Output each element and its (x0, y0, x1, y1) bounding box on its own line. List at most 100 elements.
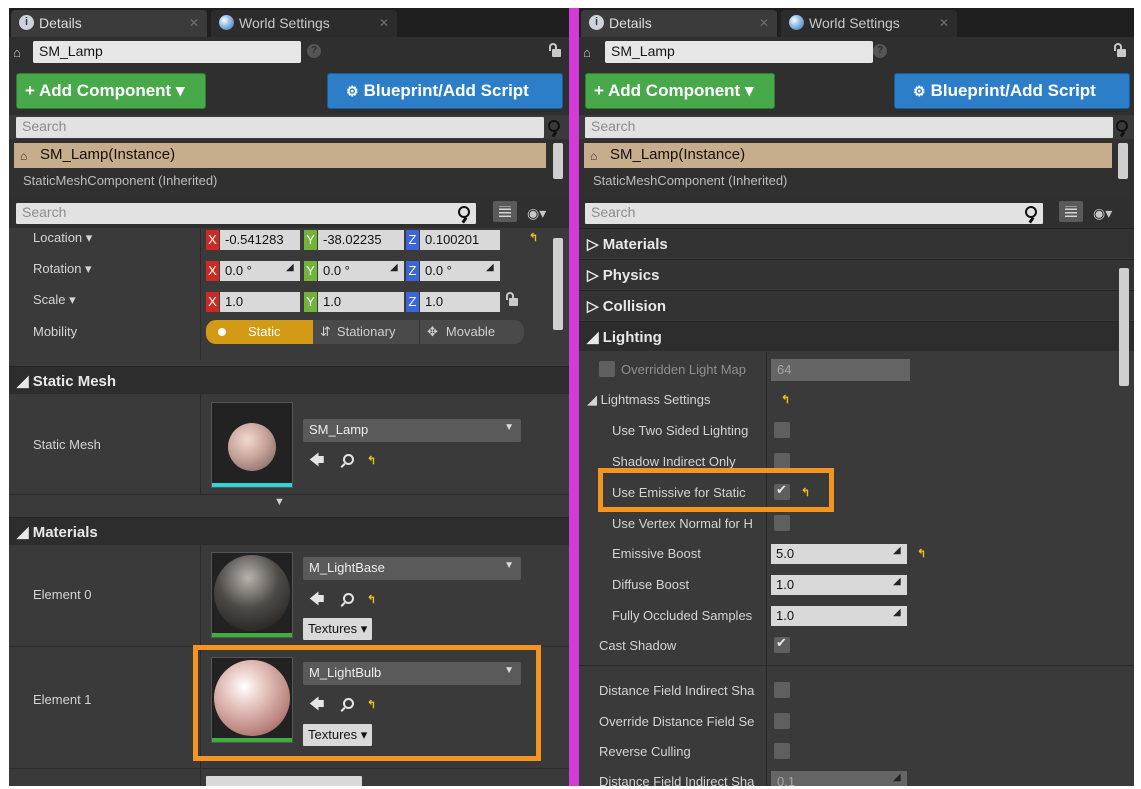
overridden-light-map-checkbox[interactable] (599, 361, 615, 377)
rotation-label[interactable]: Rotation ▾ (33, 261, 92, 277)
help-icon[interactable]: ? (307, 44, 321, 58)
use-selected-arrow-icon[interactable]: 🡄 (309, 450, 325, 475)
spin-icon[interactable] (893, 545, 903, 558)
element0-thumbnail[interactable] (211, 552, 293, 638)
details-search-input[interactable]: Search (16, 203, 476, 224)
mobility-stationary-option[interactable]: ⇵ Stationary (314, 320, 420, 344)
reset-to-default-icon[interactable]: ↰ (367, 454, 376, 467)
use-two-sided-lighting-checkbox[interactable] (774, 422, 790, 438)
column-splitter[interactable] (766, 352, 767, 786)
location-y-field[interactable]: -38.02235 (318, 230, 404, 250)
rotation-x-field[interactable]: 0.0 ° (220, 261, 300, 281)
tree-item-instance[interactable]: ⌂ SM_Lamp(Instance) (584, 143, 1112, 168)
details-scrollbar[interactable] (553, 238, 563, 330)
scale-lock-icon[interactable] (506, 292, 518, 306)
close-icon[interactable]: ✕ (379, 16, 389, 30)
reset-to-default-icon[interactable]: ↰ (781, 393, 790, 406)
tree-scrollbar[interactable] (553, 143, 563, 179)
search-icon[interactable] (458, 206, 470, 218)
location-label[interactable]: Location ▾ (33, 230, 92, 246)
column-splitter[interactable] (200, 228, 201, 360)
eye-icon[interactable]: ◉▾ (527, 205, 546, 222)
tab-details[interactable]: i Details ✕ (581, 10, 777, 37)
cast-shadow-checkbox[interactable] (774, 635, 790, 653)
search-icon[interactable] (548, 120, 560, 132)
diffuse-boost-field[interactable]: 1.0 (771, 575, 907, 595)
override-distance-field-checkbox[interactable] (774, 713, 790, 729)
tab-world-settings[interactable]: World Settings ✕ (781, 10, 957, 37)
reverse-culling-checkbox[interactable] (774, 743, 790, 759)
rotation-z-field[interactable]: 0.0 ° (420, 261, 500, 281)
search-icon[interactable] (1116, 120, 1128, 132)
location-x-field[interactable]: -0.541283 (220, 230, 300, 250)
static-mesh-thumbnail[interactable] (211, 402, 293, 488)
blueprint-add-script-button[interactable]: ⚙ Blueprint/Add Script (327, 73, 563, 109)
mobility-static-option[interactable]: Static (206, 320, 313, 344)
element0-combo[interactable]: M_LightBase ▼ (303, 557, 521, 580)
close-icon[interactable]: ✕ (189, 16, 199, 30)
spin-icon[interactable] (893, 607, 903, 620)
use-selected-arrow-icon[interactable]: 🡄 (309, 589, 325, 614)
use-vertex-normal-checkbox[interactable] (774, 515, 790, 531)
emissive-boost-field[interactable]: 5.0 (771, 544, 907, 564)
add-component-button[interactable]: + Add Component ▾ (16, 73, 206, 109)
section-materials[interactable]: ▷ Materials (579, 228, 1134, 258)
details-scrollbar[interactable] (1119, 268, 1129, 386)
lock-icon[interactable] (1114, 43, 1126, 57)
tree-item-static-mesh-component[interactable]: StaticMeshComponent (Inherited) (23, 173, 217, 188)
distance-field-indirect-2-field[interactable]: 0.1 (771, 771, 907, 786)
static-mesh-combo[interactable]: SM_Lamp ▼ (303, 419, 521, 442)
spin-icon[interactable] (893, 772, 903, 785)
component-search-input[interactable]: Search (585, 117, 1113, 138)
search-icon[interactable] (1025, 206, 1037, 218)
spin-icon[interactable] (390, 262, 400, 275)
section-physics[interactable]: ▷ Physics (579, 259, 1134, 289)
scale-y-field[interactable]: 1.0 (318, 292, 404, 312)
spin-icon[interactable] (486, 262, 496, 275)
tab-details[interactable]: i Details ✕ (11, 10, 207, 37)
reset-to-default-icon[interactable]: ↰ (367, 593, 376, 606)
section-collision[interactable]: ▷ Collision (579, 290, 1134, 320)
component-search-input[interactable]: Search (16, 117, 544, 138)
details-search-input[interactable]: Search (585, 203, 1043, 224)
expand-arrow-icon[interactable]: ▼ (274, 496, 285, 508)
property-matrix-icon[interactable] (493, 201, 517, 222)
add-element-button[interactable] (206, 776, 362, 786)
tree-item-instance[interactable]: ⌂ SM_Lamp(Instance) (14, 143, 546, 168)
section-materials[interactable]: ◢ Materials (9, 517, 569, 545)
add-component-button[interactable]: + Add Component ▾ (585, 73, 775, 109)
spin-icon[interactable] (893, 576, 903, 589)
property-matrix-icon[interactable] (1059, 201, 1083, 222)
location-z-field[interactable]: 0.100201 (420, 230, 500, 250)
reset-to-default-icon[interactable]: ↰ (529, 231, 538, 244)
scale-label[interactable]: Scale ▾ (33, 292, 76, 308)
reset-to-default-icon[interactable]: ↰ (917, 547, 926, 560)
fully-occluded-samples-field[interactable]: 1.0 (771, 606, 907, 626)
shadow-indirect-only-checkbox[interactable] (774, 453, 790, 469)
distance-field-indirect-checkbox[interactable] (774, 682, 790, 698)
lock-icon[interactable] (549, 43, 561, 57)
lightmass-settings-label[interactable]: ◢ Lightmass Settings (587, 392, 710, 408)
spin-icon[interactable] (286, 262, 296, 275)
actor-name-field[interactable]: SM_Lamp (33, 41, 301, 63)
column-splitter[interactable] (200, 394, 201, 494)
section-static-mesh[interactable]: ◢ Static Mesh (9, 366, 569, 394)
browse-find-icon[interactable] (343, 593, 354, 604)
close-icon[interactable]: ✕ (939, 16, 949, 30)
rotation-y-field[interactable]: 0.0 ° (318, 261, 404, 281)
overridden-light-map-field[interactable]: 64 (771, 359, 910, 381)
close-icon[interactable]: ✕ (759, 16, 769, 30)
tree-item-static-mesh-component[interactable]: StaticMeshComponent (Inherited) (593, 173, 787, 188)
blueprint-add-script-button[interactable]: ⚙ Blueprint/Add Script (894, 73, 1130, 109)
scale-x-field[interactable]: 1.0 (220, 292, 300, 312)
help-icon[interactable]: ? (873, 44, 887, 58)
tab-world-settings[interactable]: World Settings ✕ (211, 10, 397, 37)
element0-textures-dropdown[interactable]: Textures ▾ (303, 618, 373, 640)
eye-icon[interactable]: ◉▾ (1093, 205, 1112, 222)
browse-find-icon[interactable] (343, 454, 354, 465)
scale-z-field[interactable]: 1.0 (420, 292, 500, 312)
mobility-movable-option[interactable]: ✥ Movable (421, 320, 524, 344)
section-lighting[interactable]: ◢ Lighting (579, 321, 1134, 351)
tree-scrollbar[interactable] (1118, 143, 1128, 179)
actor-name-field[interactable]: SM_Lamp (605, 41, 873, 63)
